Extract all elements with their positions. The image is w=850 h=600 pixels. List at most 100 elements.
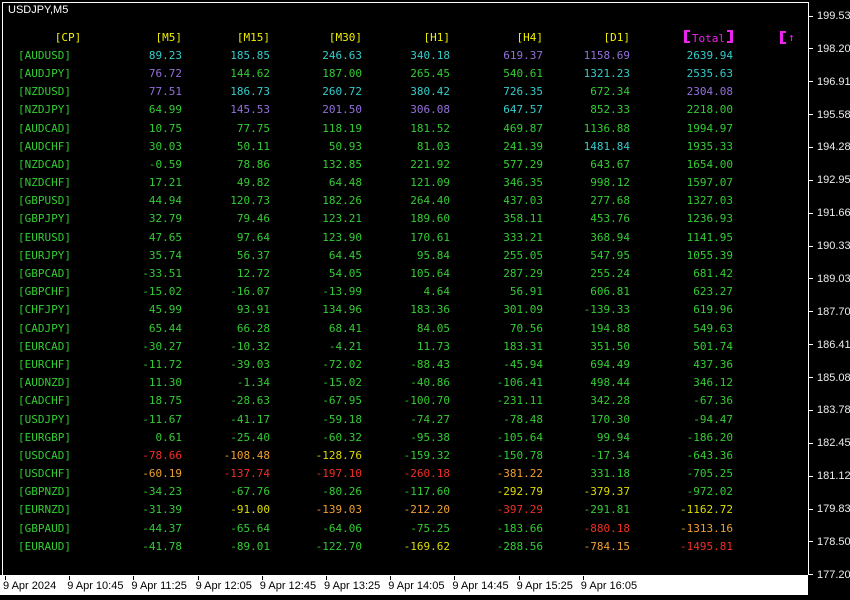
value-cell: -231.11 bbox=[496, 394, 543, 408]
price-tick bbox=[808, 114, 813, 116]
table-row: [AUDJPY] 76.72 144.62 187.00 265.45 540.61 132… bbox=[18, 64, 733, 82]
value-cell: 35.74 bbox=[148, 248, 182, 262]
value-cell: 264.40 bbox=[410, 194, 450, 208]
value-cell: -0.59 bbox=[148, 157, 182, 171]
value-cell: 606.81 bbox=[590, 285, 630, 299]
value-cell: 255.05 bbox=[503, 248, 543, 262]
value-cell: -78.48 bbox=[503, 412, 543, 426]
value-cell: -17.34 bbox=[590, 448, 630, 462]
value-cell: 11.30 bbox=[148, 376, 182, 390]
column-header-cp: [CP] bbox=[54, 30, 82, 44]
table-row: [GBPCAD] -33.51 12.72 54.05 105.64 287.29 255.… bbox=[18, 264, 733, 282]
price-tick bbox=[808, 179, 813, 181]
value-cell: 549.63 bbox=[693, 321, 733, 335]
value-cell: -94.47 bbox=[693, 412, 733, 426]
up-indicator-label: ↑ bbox=[780, 28, 795, 46]
time-label: 9 Apr 10:45 bbox=[67, 580, 124, 592]
value-cell: 246.63 bbox=[322, 48, 362, 62]
value-cell: 547.95 bbox=[590, 248, 630, 262]
table-row: [EURJPY] 35.74 56.37 64.45 95.84 255.05 547.95… bbox=[18, 246, 733, 264]
value-cell: 50.11 bbox=[236, 139, 270, 153]
price-tick bbox=[808, 48, 813, 50]
value-cell: -1.34 bbox=[236, 376, 270, 390]
column-header: [H4] bbox=[516, 30, 544, 44]
value-cell: 66.28 bbox=[236, 321, 270, 335]
value-cell: -60.19 bbox=[142, 467, 182, 481]
value-cell: 331.18 bbox=[590, 467, 630, 481]
price-label: 190.333 bbox=[817, 240, 850, 253]
chart-border-top bbox=[2, 2, 808, 3]
value-cell: 79.46 bbox=[236, 212, 270, 226]
pair-label: [GBPCAD] bbox=[18, 267, 71, 281]
value-cell: -15.02 bbox=[142, 285, 182, 299]
value-cell: 70.56 bbox=[509, 321, 543, 335]
table-row: [GBPJPY] 32.79 79.46 123.21 189.60 358.11 453.… bbox=[18, 210, 733, 228]
pair-label: [CADJPY] bbox=[18, 321, 71, 335]
value-cell: -212.20 bbox=[403, 503, 450, 517]
value-cell: 2535.63 bbox=[686, 66, 733, 80]
value-cell: -67.95 bbox=[322, 394, 362, 408]
value-cell: 47.65 bbox=[148, 230, 182, 244]
price-tick bbox=[808, 377, 813, 379]
chart-area[interactable]: USDJPY,M5 [CP] [M5] [M15] [M30] [H1] [H4] [D1]… bbox=[0, 0, 808, 575]
chart-symbol-title: USDJPY,M5 bbox=[8, 4, 69, 16]
value-cell: -34.23 bbox=[142, 485, 182, 499]
time-axis[interactable]: 9 Apr 2024 9 Apr 10:45 9 Apr 11:25 9 Apr 12… bbox=[0, 575, 808, 595]
value-cell: 342.28 bbox=[590, 394, 630, 408]
price-label: 181.128 bbox=[817, 470, 850, 483]
mt4-chart-window: USDJPY,M5 [CP] [M5] [M15] [M30] [H1] [H4] [D1]… bbox=[0, 0, 850, 600]
value-cell: 255.24 bbox=[590, 267, 630, 281]
value-cell: 643.67 bbox=[590, 157, 630, 171]
value-cell: -150.78 bbox=[496, 448, 543, 462]
value-cell: -11.67 bbox=[142, 412, 182, 426]
left-lenticular-bracket bbox=[683, 29, 690, 43]
table-row: [NZDUSD] 77.51 186.73 260.72 380.42 726.35 672… bbox=[18, 83, 733, 101]
value-cell: 287.29 bbox=[503, 267, 543, 281]
pair-label: [EURUSD] bbox=[18, 230, 71, 244]
value-cell: 221.92 bbox=[410, 157, 450, 171]
value-cell: 183.36 bbox=[410, 303, 450, 317]
pair-label: [AUDCHF] bbox=[18, 139, 71, 153]
value-cell: 647.57 bbox=[503, 103, 543, 117]
price-tick bbox=[808, 541, 813, 543]
price-label: 191.663 bbox=[817, 207, 850, 220]
value-cell: -379.37 bbox=[583, 485, 630, 499]
value-cell: -30.27 bbox=[142, 339, 182, 353]
value-cell: -1495.81 bbox=[680, 539, 733, 553]
value-cell: -39.03 bbox=[230, 357, 270, 371]
table-row: [CADJPY] 65.44 66.28 68.41 84.05 70.56 194.88 5… bbox=[18, 319, 733, 337]
pair-label: [NZDUSD] bbox=[18, 85, 71, 99]
value-cell: 76.72 bbox=[148, 66, 182, 80]
pair-label: [EURGBP] bbox=[18, 430, 71, 444]
time-label: 9 Apr 13:25 bbox=[324, 580, 381, 592]
value-cell: 32.79 bbox=[148, 212, 182, 226]
price-label: 192.958 bbox=[817, 174, 850, 187]
value-cell: -80.26 bbox=[322, 485, 362, 499]
table-row: [NZDCAD] -0.59 78.86 132.85 221.92 577.29 643.… bbox=[18, 155, 733, 173]
value-cell: -705.25 bbox=[686, 467, 733, 481]
price-tick bbox=[808, 442, 813, 444]
time-label: 9 Apr 16:05 bbox=[580, 580, 638, 592]
value-cell: 998.12 bbox=[590, 176, 630, 190]
price-axis[interactable]: 199.538 198.208 196.913 195.583 194.288 192.9… bbox=[808, 0, 850, 600]
value-cell: 11.73 bbox=[416, 339, 450, 353]
value-cell: 194.88 bbox=[590, 321, 630, 335]
table-row: [AUDCHF] 30.03 50.11 50.93 81.03 241.39 1481.8… bbox=[18, 137, 733, 155]
value-cell: 118.19 bbox=[322, 121, 362, 135]
value-cell: 189.60 bbox=[410, 212, 450, 226]
pair-label: [EURCAD] bbox=[18, 339, 71, 353]
value-cell: 1158.69 bbox=[583, 48, 630, 62]
pair-label: [AUDCAD] bbox=[18, 121, 71, 135]
value-cell: -41.17 bbox=[230, 412, 270, 426]
value-cell: 10.75 bbox=[148, 121, 182, 135]
time-label: 9 Apr 12:45 bbox=[259, 580, 317, 592]
table-row: [EURUSD] 47.65 97.64 123.90 170.61 333.21 368.… bbox=[18, 228, 733, 246]
value-cell: 170.61 bbox=[410, 230, 450, 244]
price-label: 189.038 bbox=[817, 272, 850, 285]
price-label: 178.503 bbox=[817, 535, 850, 548]
price-tick bbox=[808, 278, 813, 280]
right-lenticular-bracket bbox=[727, 29, 733, 43]
price-tick bbox=[808, 311, 813, 313]
value-cell: -260.18 bbox=[403, 467, 450, 481]
value-cell: 453.76 bbox=[590, 212, 630, 226]
